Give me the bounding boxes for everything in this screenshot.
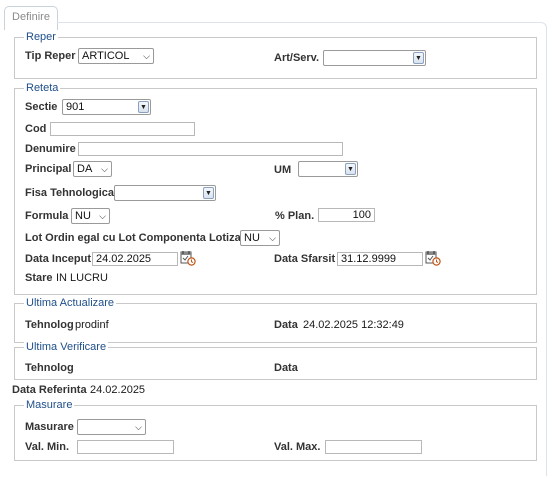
chevron-down-icon: ⌵: [101, 164, 108, 174]
calendar-clock-icon[interactable]: [425, 250, 441, 266]
cod-input[interactable]: [50, 122, 195, 136]
chevron-down-icon: ⌵: [99, 211, 106, 221]
artserv-label: Art/Serv.: [274, 52, 320, 64]
calendar-clock-icon[interactable]: [180, 250, 196, 266]
lot-value: NU: [244, 232, 260, 244]
chevron-down-icon: ⌵: [269, 233, 276, 243]
sectie-value: 901: [66, 101, 85, 113]
um-select[interactable]: ▼: [298, 161, 358, 177]
tip-reper-label: Tip Reper: [25, 50, 76, 62]
um-label: UM: [274, 164, 292, 176]
principal-select[interactable]: DA ⌵: [73, 161, 112, 177]
chevron-down-icon: ▼: [203, 187, 214, 199]
fisa-tehnologica-label: Fisa Tehnologica: [25, 187, 115, 199]
artserv-select[interactable]: ▼: [323, 50, 426, 66]
formula-label: Formula: [25, 210, 69, 222]
data-sfarsit-label: Data Sfarsit: [274, 253, 336, 265]
sectie-select[interactable]: 901 ▼: [62, 99, 151, 115]
verificare-data-label: Data: [274, 362, 298, 374]
formula-select[interactable]: NU ⌵: [71, 208, 110, 224]
page-right-border: [546, 28, 547, 476]
chevron-down-icon: ⌵: [135, 422, 142, 432]
plan-label: % Plan.: [275, 210, 315, 222]
ultima-verificare-legend: Ultima Verificare: [24, 341, 109, 353]
tip-reper-select[interactable]: ARTICOL ⌵: [78, 48, 154, 64]
stare-value: IN LUCRU: [56, 272, 108, 284]
formula-value: NU: [75, 210, 91, 222]
data-inceput-label: Data Inceput: [25, 253, 92, 265]
valmax-input[interactable]: [325, 440, 422, 454]
actualizare-tehnolog-value: prodinf: [75, 319, 109, 331]
actualizare-data-label: Data: [274, 319, 298, 331]
valmin-label: Val. Min.: [25, 441, 70, 453]
chevron-down-icon: ⌵: [143, 51, 150, 61]
data-referinta-value: 24.02.2025: [90, 384, 146, 396]
tab-strip-border: [57, 22, 547, 30]
ultima-actualizare-legend: Ultima Actualizare: [24, 297, 117, 309]
valmin-input[interactable]: [77, 440, 174, 454]
principal-label: Principal: [25, 163, 72, 175]
stare-label: Stare: [25, 272, 53, 284]
data-referinta-label: Data Referinta: [12, 384, 87, 396]
actualizare-tehnolog-label: Tehnolog: [25, 319, 74, 331]
verificare-tehnolog-label: Tehnolog: [25, 362, 74, 374]
cod-label: Cod: [25, 123, 47, 135]
lot-label: Lot Ordin egal cu Lot Componenta Lotizat…: [25, 232, 251, 244]
principal-value: DA: [77, 163, 93, 175]
tip-reper-value: ARTICOL: [82, 50, 130, 62]
reper-legend: Reper: [24, 31, 58, 43]
masurare-legend: Masurare: [24, 399, 75, 411]
masurare-select[interactable]: ⌵: [77, 419, 146, 435]
plan-input[interactable]: 100: [318, 208, 375, 222]
chevron-down-icon: ▼: [413, 52, 424, 64]
reteta-legend: Reteta: [24, 82, 61, 94]
lot-select[interactable]: NU ⌵: [240, 230, 280, 246]
chevron-down-icon: ▼: [345, 163, 356, 175]
denumire-input[interactable]: [78, 142, 343, 156]
tab-definire[interactable]: Definire: [4, 6, 58, 30]
masurare-label: Masurare: [25, 421, 74, 433]
data-inceput-input[interactable]: 24.02.2025: [92, 252, 178, 266]
actualizare-data-value: 24.02.2025 12:32:49: [303, 319, 404, 331]
sectie-label: Sectie: [25, 101, 58, 113]
valmax-label: Val. Max.: [274, 441, 321, 453]
denumire-label: Denumire: [25, 143, 76, 155]
data-sfarsit-input[interactable]: 31.12.9999: [337, 252, 423, 266]
fisa-tehnologica-select[interactable]: ▼: [114, 185, 216, 201]
chevron-down-icon: ▼: [138, 101, 149, 113]
